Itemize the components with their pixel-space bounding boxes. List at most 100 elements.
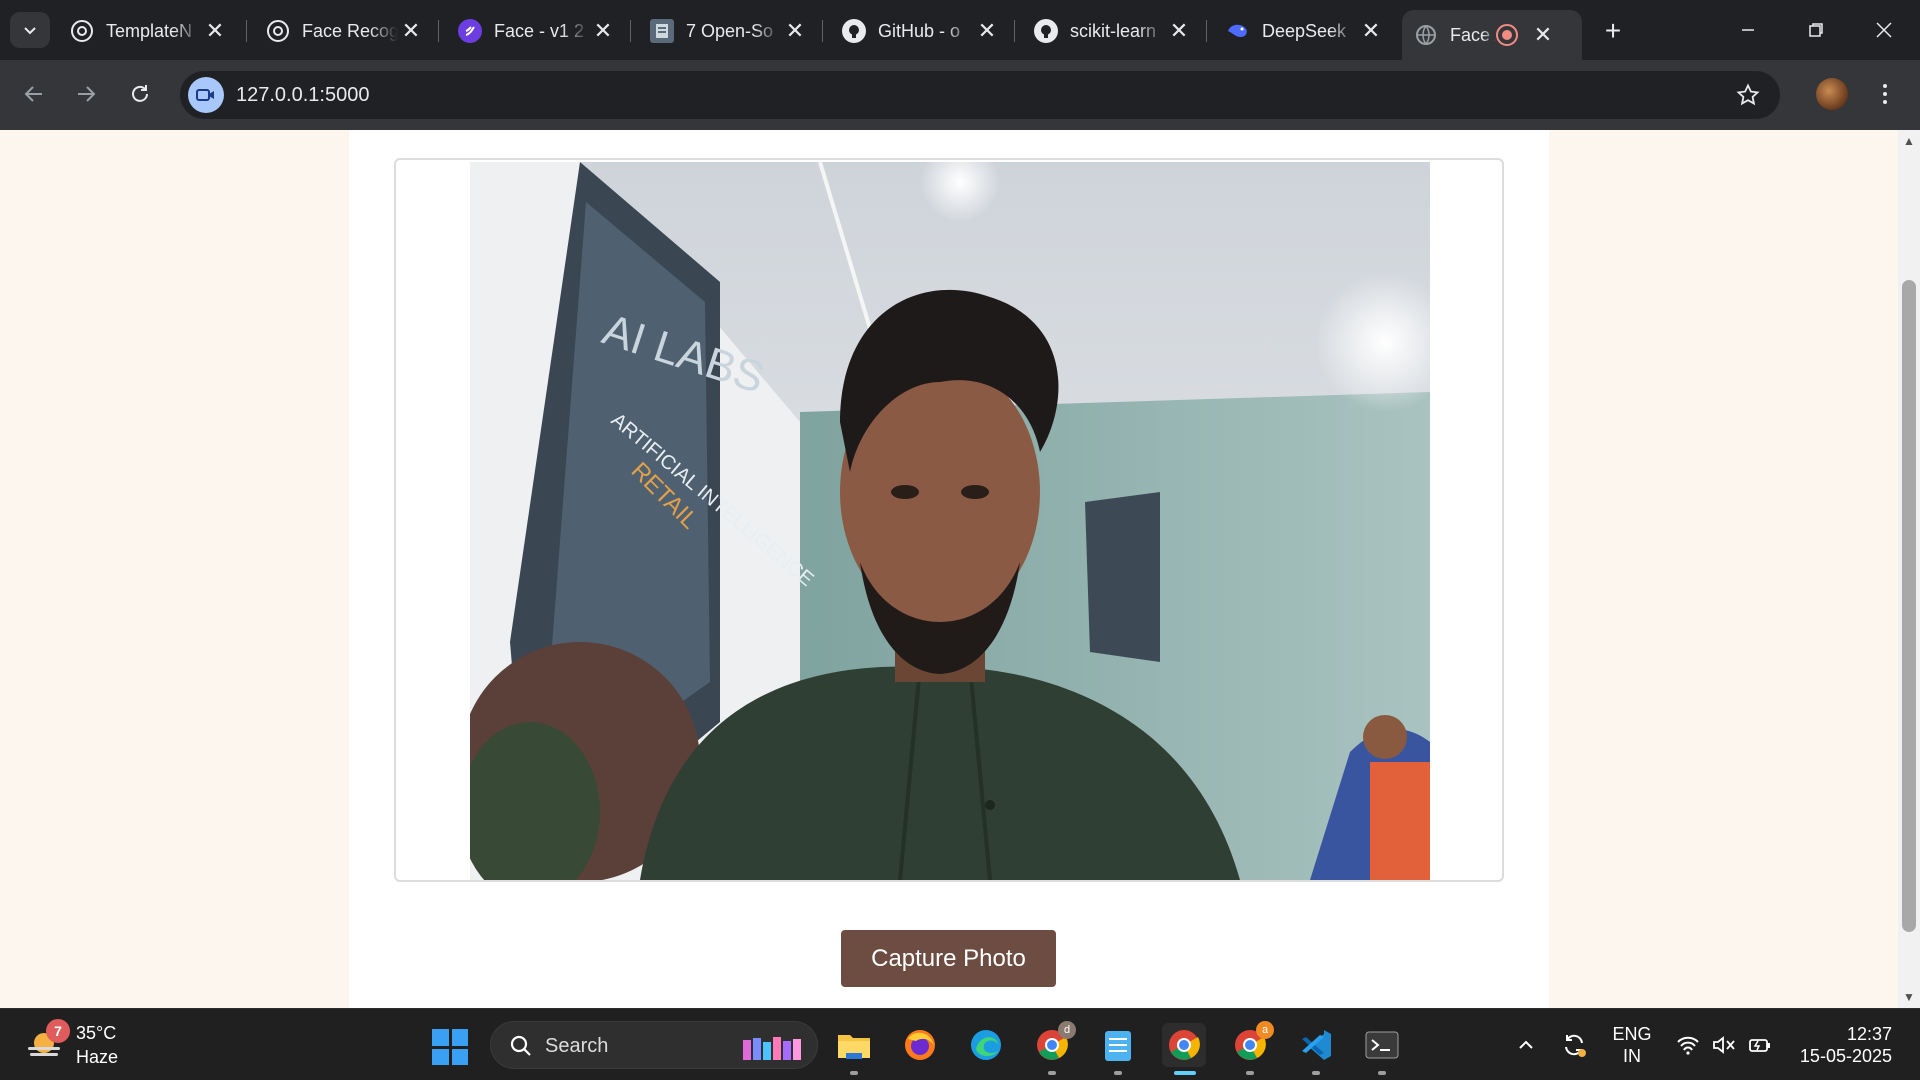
webcam-image: AI LABS ARTIFICIAL INTELLIGENCE RETAIL <box>470 162 1430 880</box>
reload-icon <box>132 85 148 102</box>
tab-title: GitHub - o <box>878 20 961 41</box>
close-icon[interactable]: ✕ <box>1358 18 1384 44</box>
doc-thumbnail-icon <box>650 19 674 43</box>
language-region: IN <box>1623 1046 1641 1066</box>
tab-8-active[interactable]: Face A ✕ <box>1402 10 1582 60</box>
profile-badge: a <box>1256 1021 1274 1039</box>
scroll-thumb[interactable] <box>1902 280 1916 932</box>
clock-date: 15-05-2025 <box>1799 1046 1892 1066</box>
tab-6[interactable]: scikit-learn ✕ <box>1022 10 1202 52</box>
tab-2[interactable]: Face Recog ✕ <box>254 10 434 52</box>
tab-1[interactable]: TemplateN ✕ <box>58 10 238 52</box>
tab-divider <box>1206 20 1207 42</box>
tab-search-button[interactable] <box>10 12 50 48</box>
close-icon[interactable]: ✕ <box>202 18 228 44</box>
running-indicator <box>1312 1071 1320 1075</box>
close-icon[interactable]: ✕ <box>974 18 1000 44</box>
tab-title: 7 Open-So <box>686 20 774 41</box>
tab-title: Face A <box>1450 24 1496 45</box>
tab-title: DeepSeek <box>1262 20 1347 41</box>
taskbar-firefox[interactable] <box>898 1023 942 1067</box>
battery-charging-icon[interactable] <box>1746 1029 1774 1061</box>
page-viewport: AI LABS ARTIFICIAL INTELLIGENCE RETAIL C… <box>0 130 1898 1008</box>
minimize-icon <box>1742 29 1754 31</box>
scroll-up-icon[interactable]: ▲ <box>1902 134 1916 148</box>
weather-condition: Haze <box>76 1047 119 1067</box>
reload-button[interactable] <box>120 74 160 114</box>
close-icon <box>1876 22 1892 38</box>
taskbar-vscode[interactable] <box>1294 1023 1338 1075</box>
recording-icon <box>1496 24 1518 46</box>
app-icon <box>458 19 482 43</box>
close-window-button[interactable] <box>1854 8 1914 52</box>
tab-7[interactable]: DeepSeek ✕ <box>1214 10 1394 52</box>
close-icon[interactable]: ✕ <box>1530 22 1556 48</box>
sync-icon[interactable] <box>1558 1029 1590 1061</box>
taskbar-terminal[interactable] <box>1360 1023 1404 1075</box>
more-menu-icon[interactable] <box>1870 76 1900 112</box>
url-text: 127.0.0.1:5000 <box>236 84 370 106</box>
taskbar-search-box[interactable]: Search <box>490 1021 818 1069</box>
bookmark-star-icon[interactable] <box>1734 81 1762 109</box>
taskbar-edge[interactable] <box>964 1023 1008 1067</box>
close-icon[interactable]: ✕ <box>590 18 616 44</box>
clock-time: 12:37 <box>1846 1024 1892 1044</box>
tab-title: scikit-learn <box>1070 20 1157 41</box>
system-clock[interactable]: 12:37 15-05-2025 <box>1790 1023 1892 1067</box>
close-icon[interactable]: ✕ <box>398 18 424 44</box>
close-icon[interactable]: ✕ <box>782 18 808 44</box>
terminal-icon <box>1365 1031 1399 1059</box>
search-highlight-icon <box>743 1037 801 1060</box>
search-icon <box>510 1035 531 1056</box>
vscode-icon <box>1302 1030 1331 1060</box>
running-indicator <box>1114 1071 1122 1075</box>
arrow-left-icon <box>24 86 42 102</box>
profile-badge: d <box>1058 1021 1076 1039</box>
page-scrollbar[interactable]: ▲ ▼ <box>1898 130 1920 1008</box>
taskbar-chrome-3[interactable]: a <box>1228 1021 1274 1075</box>
active-indicator <box>1174 1071 1196 1075</box>
firefox-icon <box>905 1030 935 1060</box>
volume-muted-icon[interactable] <box>1710 1029 1738 1061</box>
running-indicator <box>1246 1071 1254 1075</box>
language-indicator[interactable]: ENG IN <box>1610 1023 1654 1067</box>
taskbar-chrome-1[interactable]: d <box>1030 1021 1076 1075</box>
browser-toolbar: 127.0.0.1:5000 <box>0 60 1920 130</box>
minimize-button[interactable] <box>1718 8 1778 52</box>
tab-title: TemplateN <box>106 20 193 41</box>
weather-temperature: 35°C <box>76 1023 117 1043</box>
arrow-right-icon <box>78 86 96 102</box>
tab-divider <box>246 20 247 42</box>
taskbar-file-explorer[interactable] <box>832 1023 876 1075</box>
webcam-frame: AI LABS ARTIFICIAL INTELLIGENCE RETAIL <box>394 158 1504 882</box>
forward-button[interactable] <box>66 74 106 114</box>
camera-in-use-icon[interactable] <box>188 77 224 113</box>
scroll-down-icon[interactable]: ▼ <box>1902 990 1916 1004</box>
tab-5[interactable]: GitHub - o ✕ <box>830 10 1010 52</box>
tab-title: Face Recog <box>302 20 398 41</box>
new-tab-button[interactable]: + <box>1596 14 1630 48</box>
windows-start-icon[interactable] <box>432 1029 468 1065</box>
restore-button[interactable] <box>1786 8 1846 52</box>
openai-icon <box>70 19 94 43</box>
tab-title: Face - v1 2 <box>494 20 585 41</box>
profile-avatar[interactable] <box>1816 78 1848 110</box>
close-icon[interactable]: ✕ <box>1166 18 1192 44</box>
taskbar-chrome-2-active[interactable] <box>1162 1023 1206 1075</box>
file-explorer-icon <box>838 1035 870 1059</box>
show-hidden-icons-button[interactable] <box>1512 1029 1540 1061</box>
restore-icon <box>1809 23 1823 37</box>
tab-divider <box>630 20 631 42</box>
running-indicator <box>1378 1071 1386 1075</box>
running-indicator <box>1048 1071 1056 1075</box>
tab-divider <box>1014 20 1015 42</box>
wifi-icon[interactable] <box>1674 1029 1702 1061</box>
tab-4[interactable]: 7 Open-So ✕ <box>638 10 818 52</box>
windows-taskbar: 7 35°C Haze Search d a ENG IN 12:37 15-0… <box>0 1008 1920 1080</box>
address-bar[interactable]: 127.0.0.1:5000 <box>180 71 1780 119</box>
taskbar-notepad[interactable] <box>1096 1023 1140 1075</box>
tab-3[interactable]: Face - v1 2 ✕ <box>446 10 626 52</box>
plus-icon: + <box>1604 15 1622 46</box>
capture-photo-button[interactable]: Capture Photo <box>841 930 1056 987</box>
back-button[interactable] <box>14 74 54 114</box>
